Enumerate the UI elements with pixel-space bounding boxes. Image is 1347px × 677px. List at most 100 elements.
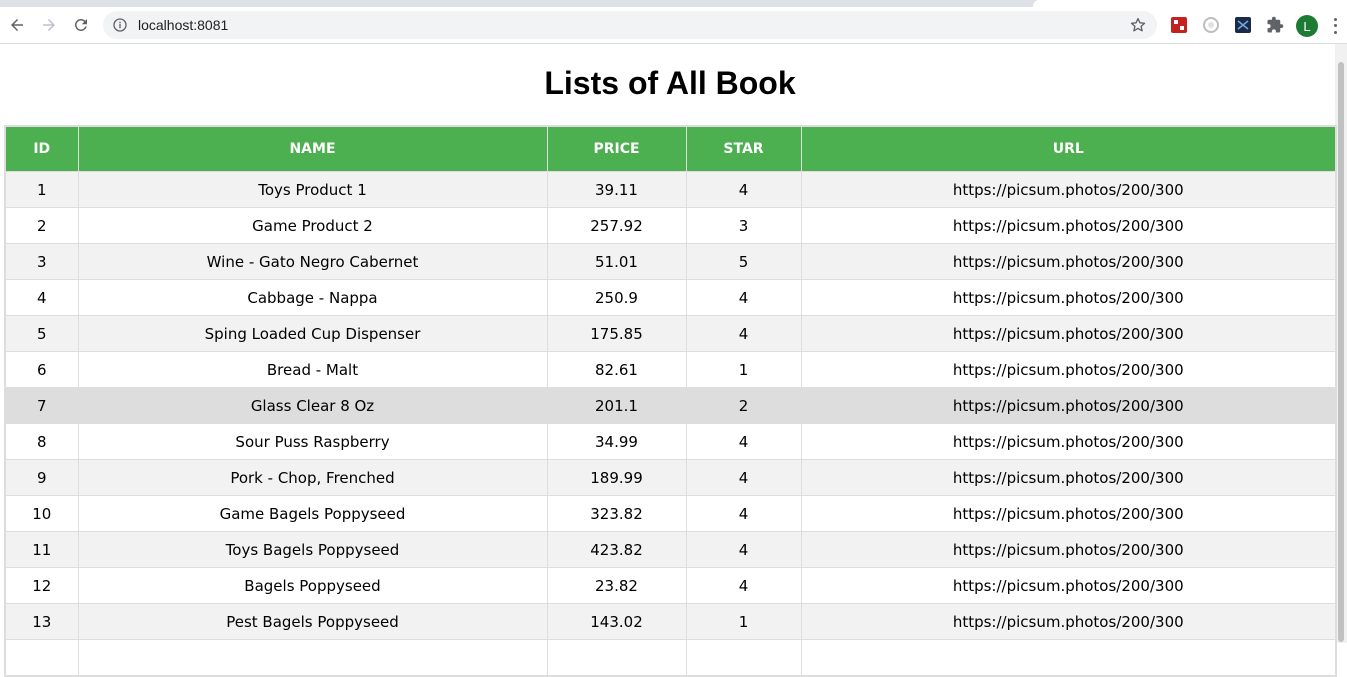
- reload-icon: [74, 18, 87, 31]
- cell-price: 257.92: [547, 207, 687, 244]
- cell-name: Game Product 2: [78, 207, 548, 244]
- puzzle-icon[interactable]: [1265, 15, 1285, 35]
- back-button[interactable]: [3, 11, 31, 39]
- browser-toolbar: localhost:8081 L: [0, 7, 1347, 44]
- cell-star: [686, 639, 802, 676]
- table-row-hovered[interactable]: 7 Glass Clear 8 Oz 201.1 2 https://picsu…: [5, 387, 1337, 424]
- cell-url: https://picsum.photos/200/300: [801, 243, 1337, 280]
- dark-extension-icon[interactable]: [1233, 15, 1253, 35]
- cell-price: 34.99: [547, 423, 687, 460]
- cell-star: 5: [686, 243, 802, 280]
- table-row[interactable]: 5 Sping Loaded Cup Dispenser 175.85 4 ht…: [5, 315, 1337, 352]
- cell-id: 1: [5, 171, 79, 208]
- table-row[interactable]: 2 Game Product 2 257.92 3 https://picsum…: [5, 207, 1337, 244]
- url-text[interactable]: localhost:8081: [138, 17, 228, 33]
- page-title: Lists of All Book: [544, 65, 796, 101]
- cell-url: https://picsum.photos/200/300: [801, 459, 1337, 496]
- cell-star: 4: [686, 315, 802, 352]
- table-row[interactable]: 4 Cabbage - Nappa 250.9 4 https://picsum…: [5, 279, 1337, 316]
- cell-name: Game Bagels Poppyseed: [78, 495, 548, 532]
- cell-url: https://picsum.photos/200/300: [801, 423, 1337, 460]
- cell-price: [547, 639, 687, 676]
- cell-star: 1: [686, 351, 802, 388]
- table-row[interactable]: 10 Game Bagels Poppyseed 323.82 4 https:…: [5, 495, 1337, 532]
- cell-price: 51.01: [547, 243, 687, 280]
- reload-button[interactable]: [67, 11, 95, 39]
- cell-id: 8: [5, 423, 79, 460]
- table-row[interactable]: [5, 639, 1337, 676]
- column-header-id: ID: [5, 126, 79, 172]
- cell-name: [78, 639, 548, 676]
- table-row[interactable]: 13 Pest Bagels Poppyseed 143.02 1 https:…: [5, 603, 1337, 640]
- table-row[interactable]: 8 Sour Puss Raspberry 34.99 4 https://pi…: [5, 423, 1337, 460]
- cell-url: https://picsum.photos/200/300: [801, 567, 1337, 604]
- cell-url: https://picsum.photos/200/300: [801, 279, 1337, 316]
- table-row[interactable]: 9 Pork - Chop, Frenched 189.99 4 https:/…: [5, 459, 1337, 496]
- cell-id: 12: [5, 567, 79, 604]
- info-icon[interactable]: [112, 17, 128, 33]
- books-table: ID NAME PRICE STAR URL 1 Toys Product 1 …: [4, 125, 1337, 677]
- cell-id: 11: [5, 531, 79, 568]
- cell-price: 250.9: [547, 279, 687, 316]
- address-bar[interactable]: localhost:8081: [103, 11, 1157, 39]
- cell-name: Glass Clear 8 Oz: [78, 387, 548, 424]
- cell-price: 189.99: [547, 459, 687, 496]
- cell-name: Sour Puss Raspberry: [78, 423, 548, 460]
- cell-price: 423.82: [547, 531, 687, 568]
- table-row[interactable]: 6 Bread - Malt 82.61 1 https://picsum.ph…: [5, 351, 1337, 388]
- cell-id: 9: [5, 459, 79, 496]
- red-extension-icon[interactable]: [1169, 15, 1189, 35]
- table-header-row: ID NAME PRICE STAR URL: [5, 126, 1337, 172]
- cell-name: Pork - Chop, Frenched: [78, 459, 548, 496]
- cell-id: 5: [5, 315, 79, 352]
- tab-strip: [0, 0, 1347, 7]
- cell-price: 201.1: [547, 387, 687, 424]
- cell-name: Wine - Gato Negro Cabernet: [78, 243, 548, 280]
- table-row[interactable]: 1 Toys Product 1 39.11 4 https://picsum.…: [5, 171, 1337, 208]
- back-arrow-icon: [11, 19, 23, 31]
- cell-name: Cabbage - Nappa: [78, 279, 548, 316]
- cell-price: 82.61: [547, 351, 687, 388]
- cell-name: Toys Bagels Poppyseed: [78, 531, 548, 568]
- page-scrollbar-thumb[interactable]: [1338, 62, 1344, 642]
- cell-star: 1: [686, 603, 802, 640]
- cell-star: 3: [686, 207, 802, 244]
- cell-name: Pest Bagels Poppyseed: [78, 603, 548, 640]
- active-tab[interactable]: [1033, 0, 1347, 7]
- forward-button[interactable]: [35, 11, 63, 39]
- star-icon[interactable]: [1129, 16, 1147, 34]
- column-header-star: STAR: [686, 126, 802, 172]
- table-row[interactable]: 3 Wine - Gato Negro Cabernet 51.01 5 htt…: [5, 243, 1337, 280]
- cell-name: Bread - Malt: [78, 351, 548, 388]
- cell-url: https://picsum.photos/200/300: [801, 495, 1337, 532]
- table-row[interactable]: 12 Bagels Poppyseed 23.82 4 https://pics…: [5, 567, 1337, 604]
- cell-star: 4: [686, 423, 802, 460]
- cell-name: Sping Loaded Cup Dispenser: [78, 315, 548, 352]
- cell-star: 4: [686, 495, 802, 532]
- cell-url: https://picsum.photos/200/300: [801, 351, 1337, 388]
- column-header-url: URL: [801, 126, 1337, 172]
- column-header-name: NAME: [78, 126, 548, 172]
- forward-arrow-icon: [43, 19, 55, 31]
- cell-name: Toys Product 1: [78, 171, 548, 208]
- cell-price: 23.82: [547, 567, 687, 604]
- table-row[interactable]: 11 Toys Bagels Poppyseed 423.82 4 https:…: [5, 531, 1337, 568]
- cell-url: https://picsum.photos/200/300: [801, 207, 1337, 244]
- cell-price: 39.11: [547, 171, 687, 208]
- circle-extension-icon[interactable]: [1201, 15, 1221, 35]
- avatar[interactable]: L: [1296, 15, 1318, 37]
- cell-price: 143.02: [547, 603, 687, 640]
- cell-star: 4: [686, 567, 802, 604]
- cell-id: [5, 639, 79, 676]
- cell-url: https://picsum.photos/200/300: [801, 315, 1337, 352]
- kebab-menu-icon[interactable]: [1332, 16, 1338, 36]
- cell-id: 2: [5, 207, 79, 244]
- cell-star: 4: [686, 459, 802, 496]
- cell-name: Bagels Poppyseed: [78, 567, 548, 604]
- cell-id: 6: [5, 351, 79, 388]
- cell-star: 4: [686, 171, 802, 208]
- cell-star: 4: [686, 279, 802, 316]
- cell-price: 175.85: [547, 315, 687, 352]
- cell-id: 4: [5, 279, 79, 316]
- cell-price: 323.82: [547, 495, 687, 532]
